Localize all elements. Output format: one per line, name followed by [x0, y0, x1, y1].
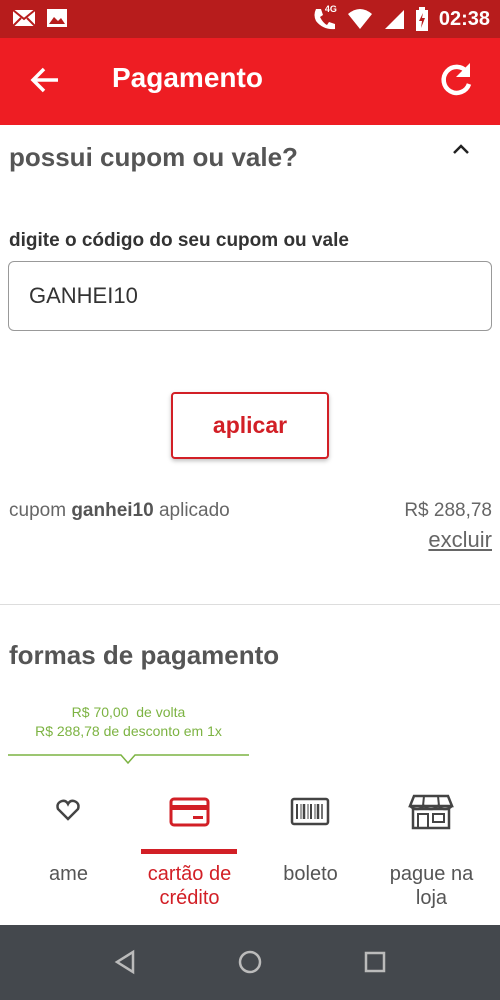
image-icon [47, 9, 67, 27]
barcode-icon [290, 797, 330, 826]
applied-prefix: cupom [9, 500, 67, 521]
apply-coupon-button[interactable]: aplicar [171, 392, 329, 459]
coupon-input[interactable] [8, 261, 492, 331]
remove-coupon-link[interactable]: excluir [428, 527, 492, 553]
mail-icon [12, 9, 36, 27]
payment-method-boleto[interactable]: boleto [248, 790, 373, 920]
payment-method-credit-card[interactable]: cartão de crédito [127, 790, 252, 920]
payment-method-ame[interactable]: ame [6, 790, 131, 920]
signal-icon [384, 10, 404, 29]
page-title: Pagamento [112, 62, 263, 93]
coupon-input-label: digite o código do seu cupom ou vale [9, 230, 349, 251]
coupon-applied-value: R$ 288,78 [404, 500, 492, 521]
chevron-up-icon[interactable] [450, 140, 472, 158]
payment-method-label: boleto [283, 863, 338, 885]
applied-code: ganhei10 [71, 500, 154, 521]
app-bar: Pagamento [0, 38, 500, 125]
payment-section-title: formas de pagamento [9, 640, 280, 670]
cashback-info: R$ 70,00 de volta R$ 288,78 de desconto … [8, 703, 249, 741]
coupon-section-title: possui cupom ou vale? [9, 142, 298, 172]
payment-method-label: pague na loja [389, 863, 474, 909]
payment-method-label: ame [49, 863, 88, 885]
refresh-button[interactable] [434, 58, 478, 102]
cashback-line-2: R$ 288,78 de desconto em 1x [35, 723, 222, 739]
network-type: 4G [324, 4, 337, 14]
applied-suffix: aplicado [158, 500, 230, 521]
cashback-line-1: R$ 70,00 de volta [71, 704, 186, 720]
cashback-pointer [8, 754, 249, 765]
payment-method-store[interactable]: pague na loja [369, 790, 494, 920]
arrow-left-icon [30, 67, 58, 93]
recents-square-icon[interactable] [360, 947, 390, 977]
call-icon: 4G [311, 4, 337, 32]
payment-method-label: cartão de crédito [147, 863, 232, 909]
back-triangle-icon[interactable] [110, 947, 140, 977]
back-button[interactable] [26, 60, 66, 100]
status-bar: 4G 02:38 [0, 0, 500, 38]
home-circle-icon[interactable] [235, 947, 265, 977]
ame-heart-icon [56, 799, 80, 821]
battery-icon [415, 7, 428, 31]
coupon-applied-text: cupom ganhei10 aplicado [9, 500, 230, 522]
section-divider [0, 604, 500, 605]
status-time: 02:38 [438, 7, 490, 30]
store-icon [408, 794, 454, 830]
status-right-icons: 4G 02:38 [311, 4, 490, 32]
system-nav-bar [0, 925, 500, 1000]
credit-card-icon [169, 797, 210, 827]
status-left-icons [12, 8, 68, 28]
refresh-icon [441, 63, 472, 96]
wifi-icon [347, 9, 372, 29]
active-tab-indicator [141, 849, 237, 854]
